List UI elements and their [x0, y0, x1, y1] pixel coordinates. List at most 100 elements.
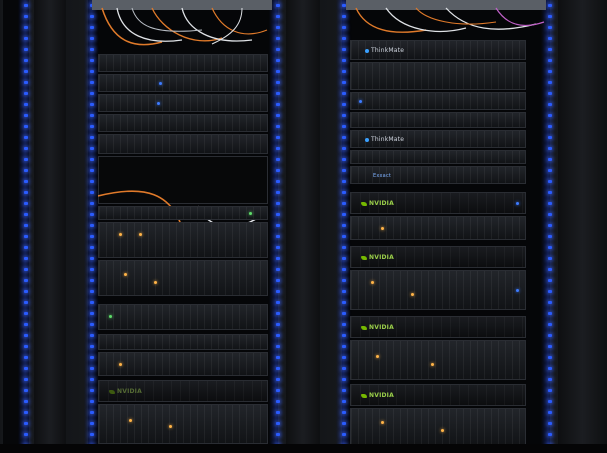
blue-led — [24, 114, 28, 117]
rack-2-nvidia-server: NVIDIA — [350, 192, 526, 214]
blue-led — [24, 191, 28, 194]
blue-led — [90, 246, 94, 249]
blue-led — [276, 334, 280, 337]
nvidia-logo-label: NVIDIA — [361, 393, 394, 399]
blue-led — [90, 169, 94, 172]
blue-led — [342, 389, 346, 392]
blue-led — [276, 81, 280, 84]
thinkmate-label: ThinkMate — [365, 137, 404, 143]
blue-led — [548, 224, 552, 227]
blue-led — [342, 125, 346, 128]
rack-1-left-led-strip — [90, 0, 95, 453]
blue-led — [548, 257, 552, 260]
rack-1-server — [98, 94, 268, 112]
blue-led — [342, 378, 346, 381]
blue-led — [24, 323, 28, 326]
blue-led — [90, 323, 94, 326]
rack-1-server — [98, 404, 268, 444]
rack-2-server — [350, 62, 526, 90]
blue-led — [342, 158, 346, 161]
blue-led — [276, 191, 280, 194]
thinkmate-label: ThinkMate — [365, 48, 404, 54]
blue-led — [342, 103, 346, 106]
blue-led — [24, 235, 28, 238]
blue-led — [276, 103, 280, 106]
blue-led — [342, 180, 346, 183]
blue-led — [548, 180, 552, 183]
rack-2-server — [350, 112, 526, 128]
rack-1-server — [98, 260, 268, 296]
nvidia-logo-label: NVIDIA — [361, 255, 394, 261]
rack-1-server — [98, 352, 268, 376]
blue-led — [90, 92, 94, 95]
blue-led — [548, 136, 552, 139]
blue-led — [548, 411, 552, 414]
blue-led — [90, 433, 94, 436]
blue-led — [548, 4, 552, 7]
blue-led — [24, 345, 28, 348]
blue-led — [24, 433, 28, 436]
rack-1-top-cables — [92, 0, 272, 46]
rack-2-server — [350, 216, 526, 240]
blue-led — [276, 224, 280, 227]
blue-led — [90, 378, 94, 381]
blue-led — [276, 279, 280, 282]
blue-led — [24, 290, 28, 293]
rack-2-nvidia-server: NVIDIA — [350, 316, 526, 338]
blue-led — [24, 81, 28, 84]
blue-led — [90, 136, 94, 139]
blue-led — [342, 422, 346, 425]
blue-led — [24, 92, 28, 95]
blue-led — [276, 4, 280, 7]
blue-led — [90, 81, 94, 84]
blue-led — [276, 235, 280, 238]
blue-led — [548, 147, 552, 150]
blue-led — [276, 389, 280, 392]
blue-led — [90, 158, 94, 161]
blue-led — [90, 345, 94, 348]
blue-led — [90, 367, 94, 370]
blue-led — [342, 290, 346, 293]
blue-led — [276, 125, 280, 128]
blue-led — [276, 114, 280, 117]
blue-led — [90, 103, 94, 106]
blue-led — [548, 422, 552, 425]
blue-led — [90, 400, 94, 403]
blue-led — [548, 169, 552, 172]
blue-led — [276, 169, 280, 172]
blue-led — [342, 345, 346, 348]
blue-led — [90, 70, 94, 73]
blue-led — [548, 92, 552, 95]
blue-led — [24, 312, 28, 315]
blue-led — [24, 389, 28, 392]
rack-2-server — [350, 340, 526, 380]
rack-1-server — [98, 334, 268, 350]
blue-led — [276, 378, 280, 381]
blue-led — [24, 400, 28, 403]
blue-led — [342, 213, 346, 216]
blue-led — [90, 389, 94, 392]
blue-led — [90, 114, 94, 117]
blue-led — [548, 334, 552, 337]
blue-led — [342, 312, 346, 315]
blue-led — [24, 103, 28, 106]
nvidia-logo-label: NVIDIA — [109, 389, 142, 395]
blue-led — [548, 158, 552, 161]
blue-led — [342, 70, 346, 73]
blue-led — [342, 279, 346, 282]
blue-led — [548, 323, 552, 326]
rack-2-right-led-strip — [548, 0, 553, 453]
blue-led — [24, 279, 28, 282]
blue-led — [342, 202, 346, 205]
blue-led — [548, 15, 552, 18]
rack-1-server — [98, 222, 268, 258]
blue-led — [276, 411, 280, 414]
rack-2-nvidia-server: NVIDIA — [350, 384, 526, 406]
blue-led — [24, 213, 28, 216]
blue-led — [24, 356, 28, 359]
rack-1-door-edge — [286, 0, 320, 453]
blue-led — [548, 125, 552, 128]
blue-led — [24, 158, 28, 161]
blue-led — [276, 433, 280, 436]
blue-led — [24, 180, 28, 183]
